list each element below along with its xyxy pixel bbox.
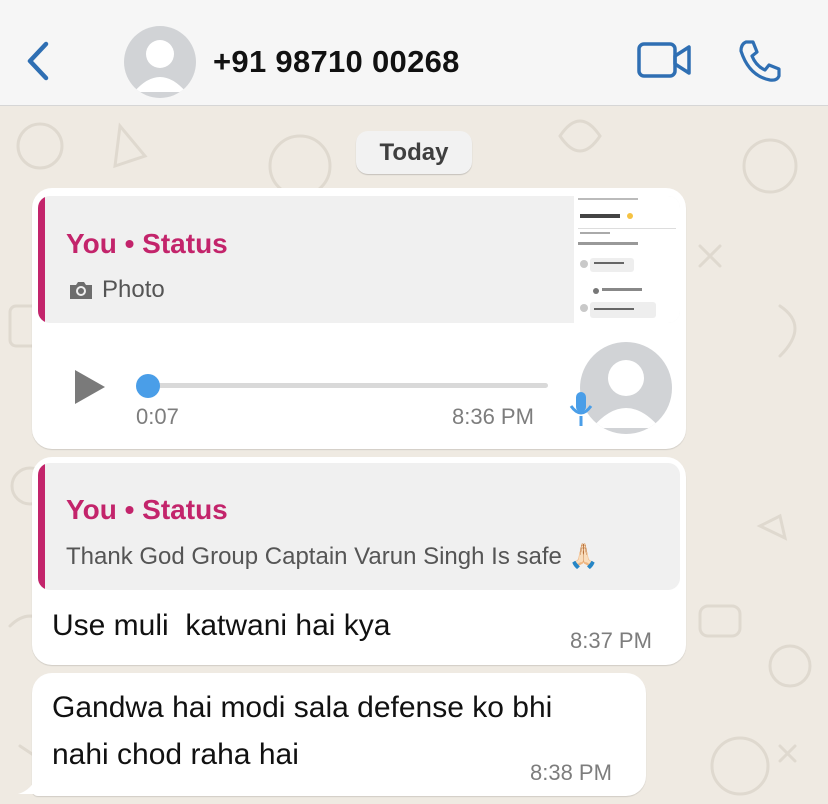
camera-icon <box>70 282 92 299</box>
quote-accent-bar <box>38 463 45 590</box>
screenshot-thumbnail-image <box>578 198 676 318</box>
phone-icon <box>739 40 781 82</box>
voice-duration: 0:07 <box>136 404 179 429</box>
text-message-bubble[interactable]: Gandwa hai modi sala defense ko bhi nahi… <box>32 673 646 796</box>
message-time: 8:38 PM <box>530 760 612 785</box>
status-reply-quote[interactable]: You • Status Photo <box>38 196 680 323</box>
play-button[interactable] <box>72 368 108 406</box>
voice-message-bubble[interactable]: You • Status Photo 0:07 8:36 PM <box>32 188 686 449</box>
voice-call-button[interactable] <box>737 38 783 84</box>
quote-accent-bar <box>38 196 45 323</box>
quote-subtitle: Thank God Group Captain Varun Singh Is s… <box>66 543 599 570</box>
message-time: 8:37 PM <box>570 628 652 653</box>
microphone-icon <box>569 392 593 426</box>
status-reply-quote[interactable]: You • Status Thank God Group Captain Var… <box>38 463 680 590</box>
video-call-button[interactable] <box>636 40 692 80</box>
play-icon <box>75 370 105 404</box>
voice-progress-track[interactable] <box>146 383 548 388</box>
video-camera-icon <box>637 42 691 78</box>
date-separator: Today <box>356 131 472 174</box>
message-time: 8:36 PM <box>452 404 534 429</box>
voice-progress-knob[interactable] <box>136 374 160 398</box>
back-button[interactable] <box>20 38 56 84</box>
contact-name[interactable]: +91 98710 00268 <box>213 44 460 80</box>
message-text-line: Gandwa hai modi sala defense ko bhi <box>52 691 553 724</box>
chevron-left-icon <box>27 41 49 81</box>
contact-avatar[interactable] <box>124 26 196 98</box>
message-text-line: nahi chod raha hai <box>52 738 299 771</box>
quote-subtitle-row: Photo <box>68 276 165 304</box>
default-avatar-icon <box>134 40 186 92</box>
chat-header: +91 98710 00268 <box>0 0 828 106</box>
quote-subtitle: Photo <box>102 276 165 303</box>
bubble-tail <box>18 774 38 794</box>
quote-title: You • Status <box>66 228 228 259</box>
text-message-bubble[interactable]: You • Status Thank God Group Captain Var… <box>32 457 686 665</box>
status-thumbnail[interactable] <box>574 196 680 323</box>
quote-title: You • Status <box>66 494 228 525</box>
message-text: Use muli katwani hai kya <box>52 609 391 642</box>
